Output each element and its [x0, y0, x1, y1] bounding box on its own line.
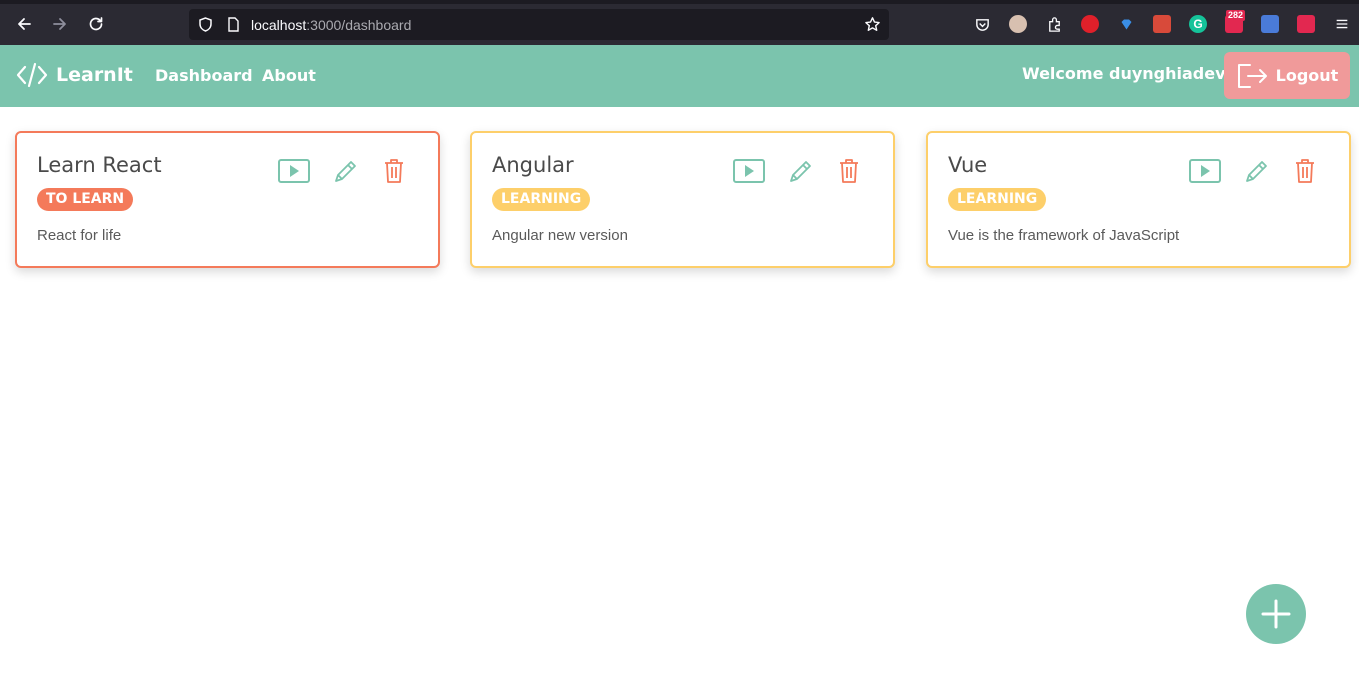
forward-icon[interactable] [49, 13, 71, 35]
menu-icon[interactable] [1333, 15, 1351, 33]
play-button[interactable] [732, 157, 766, 185]
play-icon [278, 159, 310, 183]
add-post-button[interactable] [1246, 584, 1306, 644]
post-title: Angular [492, 153, 574, 177]
post-card: Learn React TO LEARN React for life [15, 131, 440, 268]
code-logo-icon [16, 62, 48, 88]
address-bar[interactable]: localhost:3000/dashboard [189, 9, 889, 40]
logout-button[interactable]: Logout [1224, 52, 1350, 99]
play-button[interactable] [277, 157, 311, 185]
status-badge: LEARNING [492, 188, 591, 211]
post-actions [732, 157, 872, 185]
delete-button[interactable] [377, 157, 411, 185]
logout-icon [1237, 63, 1267, 88]
status-badge: TO LEARN [37, 188, 134, 211]
play-button[interactable] [1188, 157, 1222, 185]
extensions-icon[interactable] [1045, 15, 1063, 33]
post-title: Learn React [37, 153, 162, 177]
reload-icon[interactable] [85, 13, 107, 35]
status-badge: LEARNING [948, 188, 1047, 211]
back-icon[interactable] [13, 13, 35, 35]
brand[interactable]: LearnIt [16, 61, 133, 89]
puzzle-extension-icon[interactable] [1153, 15, 1171, 33]
plus-icon [1261, 599, 1291, 629]
post-description: Vue is the framework of JavaScript [948, 227, 1180, 244]
trash-icon [385, 159, 403, 183]
bookmark-star-icon[interactable] [864, 16, 881, 33]
edit-button[interactable] [784, 157, 818, 185]
trash-icon [1296, 159, 1314, 183]
gem-extension-icon[interactable] [1117, 15, 1135, 33]
page-icon[interactable] [225, 16, 242, 33]
url-text: localhost:3000/dashboard [251, 17, 412, 33]
delete-button[interactable] [1288, 157, 1322, 185]
post-card: Angular LEARNING Angular new version [470, 131, 895, 268]
grammarly-icon[interactable]: G [1189, 15, 1207, 33]
trash-icon [840, 159, 858, 183]
fast-forward-extension-icon[interactable] [1297, 15, 1315, 33]
browser-toolbar: localhost:3000/dashboard G 282 [0, 0, 1359, 45]
edit-button[interactable] [329, 157, 363, 185]
shield-icon[interactable] [197, 16, 214, 33]
delete-button[interactable] [832, 157, 866, 185]
notification-badge: 282 [1226, 10, 1246, 21]
post-title: Vue [948, 153, 988, 177]
logout-label: Logout [1275, 66, 1339, 85]
profile-avatar-icon[interactable] [1009, 15, 1027, 33]
pencil-icon [790, 161, 811, 182]
edit-button[interactable] [1240, 157, 1274, 185]
app-navbar: LearnIt Dashboard About Welcome duynghia… [0, 45, 1359, 107]
post-card: Vue LEARNING Vue is the framework of Jav… [926, 131, 1351, 268]
post-actions [277, 157, 417, 185]
post-actions [1188, 157, 1328, 185]
brand-name: LearnIt [56, 64, 133, 86]
translate-icon[interactable] [1261, 15, 1279, 33]
post-description: Angular new version [492, 227, 628, 244]
nav-link-dashboard[interactable]: Dashboard [155, 66, 253, 85]
welcome-text: Welcome duynghiadev [1022, 64, 1226, 83]
pencil-icon [1246, 161, 1267, 182]
post-description: React for life [37, 227, 122, 244]
nav-link-about[interactable]: About [262, 66, 316, 85]
pencil-icon [335, 161, 356, 182]
play-icon [733, 159, 765, 183]
pocket-icon[interactable] [973, 15, 991, 33]
play-icon [1189, 159, 1221, 183]
adblock-icon[interactable] [1081, 15, 1099, 33]
